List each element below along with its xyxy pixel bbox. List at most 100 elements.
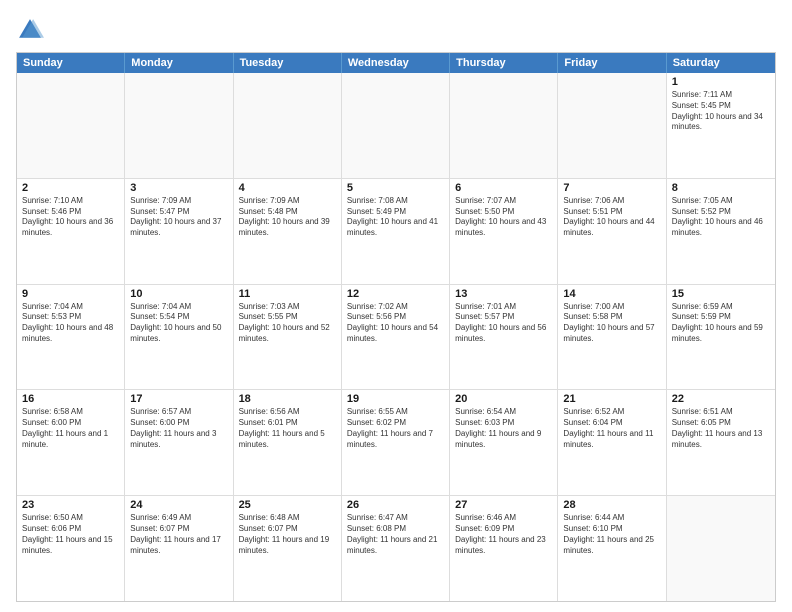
weekday-header: Wednesday xyxy=(342,53,450,73)
cell-text: Sunrise: 7:02 AM Sunset: 5:56 PM Dayligh… xyxy=(347,302,444,345)
day-number: 16 xyxy=(22,393,119,405)
day-number: 1 xyxy=(672,76,770,88)
cell-text: Sunrise: 7:06 AM Sunset: 5:51 PM Dayligh… xyxy=(563,196,660,239)
weekday-header: Monday xyxy=(125,53,233,73)
day-number: 27 xyxy=(455,499,552,511)
cell-text: Sunrise: 6:50 AM Sunset: 6:06 PM Dayligh… xyxy=(22,513,119,556)
calendar-cell: 13 Sunrise: 7:01 AM Sunset: 5:57 PM Dayli… xyxy=(450,285,558,390)
cell-text: Sunrise: 6:49 AM Sunset: 6:07 PM Dayligh… xyxy=(130,513,227,556)
cell-text: Sunrise: 7:00 AM Sunset: 5:58 PM Dayligh… xyxy=(563,302,660,345)
day-number: 20 xyxy=(455,393,552,405)
calendar-cell: 4Sunrise: 7:09 AM Sunset: 5:48 PM Daylig… xyxy=(234,179,342,284)
logo xyxy=(16,16,48,44)
logo-icon xyxy=(16,16,44,44)
cell-text: Sunrise: 6:46 AM Sunset: 6:09 PM Dayligh… xyxy=(455,513,552,556)
day-number: 18 xyxy=(239,393,336,405)
day-number: 14 xyxy=(563,288,660,300)
weekday-header: Thursday xyxy=(450,53,558,73)
day-number: 5 xyxy=(347,182,444,194)
calendar-cell: 7 Sunrise: 7:06 AM Sunset: 5:51 PM Daylig… xyxy=(558,179,666,284)
day-number: 7 xyxy=(563,182,660,194)
calendar-cell: 26 Sunrise: 6:47 AM Sunset: 6:08 PM Dayli… xyxy=(342,496,450,601)
calendar-cell: 3 Sunrise: 7:09 AM Sunset: 5:47 PM Daylig… xyxy=(125,179,233,284)
cell-text: Sunrise: 7:01 AM Sunset: 5:57 PM Dayligh… xyxy=(455,302,552,345)
day-number: 6 xyxy=(455,182,552,194)
cell-text: Sunrise: 6:51 AM Sunset: 6:05 PM Dayligh… xyxy=(672,407,770,450)
calendar-cell xyxy=(450,73,558,178)
calendar-cell xyxy=(125,73,233,178)
day-number: 28 xyxy=(563,499,660,511)
calendar-cell: 10 Sunrise: 7:04 AM Sunset: 5:54 PM Dayli… xyxy=(125,285,233,390)
calendar: SundayMondayTuesdayWednesdayThursdayFrid… xyxy=(16,52,776,602)
weekday-header: Friday xyxy=(558,53,666,73)
calendar-cell: 24 Sunrise: 6:49 AM Sunset: 6:07 PM Dayli… xyxy=(125,496,233,601)
calendar-cell: 14 Sunrise: 7:00 AM Sunset: 5:58 PM Dayli… xyxy=(558,285,666,390)
day-number: 13 xyxy=(455,288,552,300)
day-number: 23 xyxy=(22,499,119,511)
day-number: 21 xyxy=(563,393,660,405)
day-number: 11 xyxy=(239,288,336,300)
calendar-row: 23 Sunrise: 6:50 AM Sunset: 6:06 PM Dayli… xyxy=(17,496,775,601)
cell-text: Sunrise: 7:11 AM Sunset: 5:45 PM Dayligh… xyxy=(672,90,770,133)
cell-text: Sunrise: 7:05 AM Sunset: 5:52 PM Dayligh… xyxy=(672,196,770,239)
calendar-cell: 17Sunrise: 6:57 AM Sunset: 6:00 PM Dayli… xyxy=(125,390,233,495)
day-number: 22 xyxy=(672,393,770,405)
cell-text: Sunrise: 6:55 AM Sunset: 6:02 PM Dayligh… xyxy=(347,407,444,450)
calendar-cell: 6Sunrise: 7:07 AM Sunset: 5:50 PM Daylig… xyxy=(450,179,558,284)
day-number: 2 xyxy=(22,182,119,194)
calendar-cell xyxy=(667,496,775,601)
calendar-row: 2 Sunrise: 7:10 AM Sunset: 5:46 PM Daylig… xyxy=(17,179,775,285)
day-number: 12 xyxy=(347,288,444,300)
calendar-cell: 22 Sunrise: 6:51 AM Sunset: 6:05 PM Dayli… xyxy=(667,390,775,495)
day-number: 25 xyxy=(239,499,336,511)
calendar-cell: 11 Sunrise: 7:03 AM Sunset: 5:55 PM Dayli… xyxy=(234,285,342,390)
cell-text: Sunrise: 6:58 AM Sunset: 6:00 PM Dayligh… xyxy=(22,407,119,450)
calendar-cell: 5Sunrise: 7:08 AM Sunset: 5:49 PM Daylig… xyxy=(342,179,450,284)
calendar-cell xyxy=(342,73,450,178)
calendar-cell: 18 Sunrise: 6:56 AM Sunset: 6:01 PM Dayli… xyxy=(234,390,342,495)
day-number: 4 xyxy=(239,182,336,194)
calendar-cell: 19 Sunrise: 6:55 AM Sunset: 6:02 PM Dayli… xyxy=(342,390,450,495)
calendar-cell xyxy=(234,73,342,178)
calendar-row: 16 Sunrise: 6:58 AM Sunset: 6:00 PM Dayli… xyxy=(17,390,775,496)
calendar-row: 9Sunrise: 7:04 AM Sunset: 5:53 PM Daylig… xyxy=(17,285,775,391)
cell-text: Sunrise: 7:03 AM Sunset: 5:55 PM Dayligh… xyxy=(239,302,336,345)
day-number: 8 xyxy=(672,182,770,194)
calendar-row: 1 Sunrise: 7:11 AM Sunset: 5:45 PM Daylig… xyxy=(17,73,775,179)
calendar-cell xyxy=(558,73,666,178)
calendar-cell: 23 Sunrise: 6:50 AM Sunset: 6:06 PM Dayli… xyxy=(17,496,125,601)
day-number: 15 xyxy=(672,288,770,300)
day-number: 3 xyxy=(130,182,227,194)
calendar-body: 1 Sunrise: 7:11 AM Sunset: 5:45 PM Daylig… xyxy=(17,73,775,601)
calendar-cell: 15 Sunrise: 6:59 AM Sunset: 5:59 PM Dayli… xyxy=(667,285,775,390)
cell-text: Sunrise: 6:59 AM Sunset: 5:59 PM Dayligh… xyxy=(672,302,770,345)
calendar-cell: 25 Sunrise: 6:48 AM Sunset: 6:07 PM Dayli… xyxy=(234,496,342,601)
calendar-cell: 1 Sunrise: 7:11 AM Sunset: 5:45 PM Daylig… xyxy=(667,73,775,178)
day-number: 26 xyxy=(347,499,444,511)
cell-text: Sunrise: 6:54 AM Sunset: 6:03 PM Dayligh… xyxy=(455,407,552,450)
cell-text: Sunrise: 6:47 AM Sunset: 6:08 PM Dayligh… xyxy=(347,513,444,556)
cell-text: Sunrise: 6:48 AM Sunset: 6:07 PM Dayligh… xyxy=(239,513,336,556)
calendar-cell: 21Sunrise: 6:52 AM Sunset: 6:04 PM Dayli… xyxy=(558,390,666,495)
calendar-cell: 28 Sunrise: 6:44 AM Sunset: 6:10 PM Dayli… xyxy=(558,496,666,601)
cell-text: Sunrise: 7:04 AM Sunset: 5:54 PM Dayligh… xyxy=(130,302,227,345)
cell-text: Sunrise: 7:10 AM Sunset: 5:46 PM Dayligh… xyxy=(22,196,119,239)
cell-text: Sunrise: 7:04 AM Sunset: 5:53 PM Dayligh… xyxy=(22,302,119,345)
calendar-cell: 27 Sunrise: 6:46 AM Sunset: 6:09 PM Dayli… xyxy=(450,496,558,601)
calendar-cell: 16 Sunrise: 6:58 AM Sunset: 6:00 PM Dayli… xyxy=(17,390,125,495)
day-number: 10 xyxy=(130,288,227,300)
calendar-cell: 2 Sunrise: 7:10 AM Sunset: 5:46 PM Daylig… xyxy=(17,179,125,284)
day-number: 19 xyxy=(347,393,444,405)
weekday-header: Tuesday xyxy=(234,53,342,73)
weekday-header: Saturday xyxy=(667,53,775,73)
cell-text: Sunrise: 7:09 AM Sunset: 5:47 PM Dayligh… xyxy=(130,196,227,239)
page: SundayMondayTuesdayWednesdayThursdayFrid… xyxy=(0,0,792,612)
weekday-header: Sunday xyxy=(17,53,125,73)
calendar-cell: 9Sunrise: 7:04 AM Sunset: 5:53 PM Daylig… xyxy=(17,285,125,390)
calendar-cell: 20 Sunrise: 6:54 AM Sunset: 6:03 PM Dayli… xyxy=(450,390,558,495)
calendar-cell: 12 Sunrise: 7:02 AM Sunset: 5:56 PM Dayli… xyxy=(342,285,450,390)
cell-text: Sunrise: 6:57 AM Sunset: 6:00 PM Dayligh… xyxy=(130,407,227,450)
day-number: 24 xyxy=(130,499,227,511)
cell-text: Sunrise: 6:44 AM Sunset: 6:10 PM Dayligh… xyxy=(563,513,660,556)
cell-text: Sunrise: 6:56 AM Sunset: 6:01 PM Dayligh… xyxy=(239,407,336,450)
